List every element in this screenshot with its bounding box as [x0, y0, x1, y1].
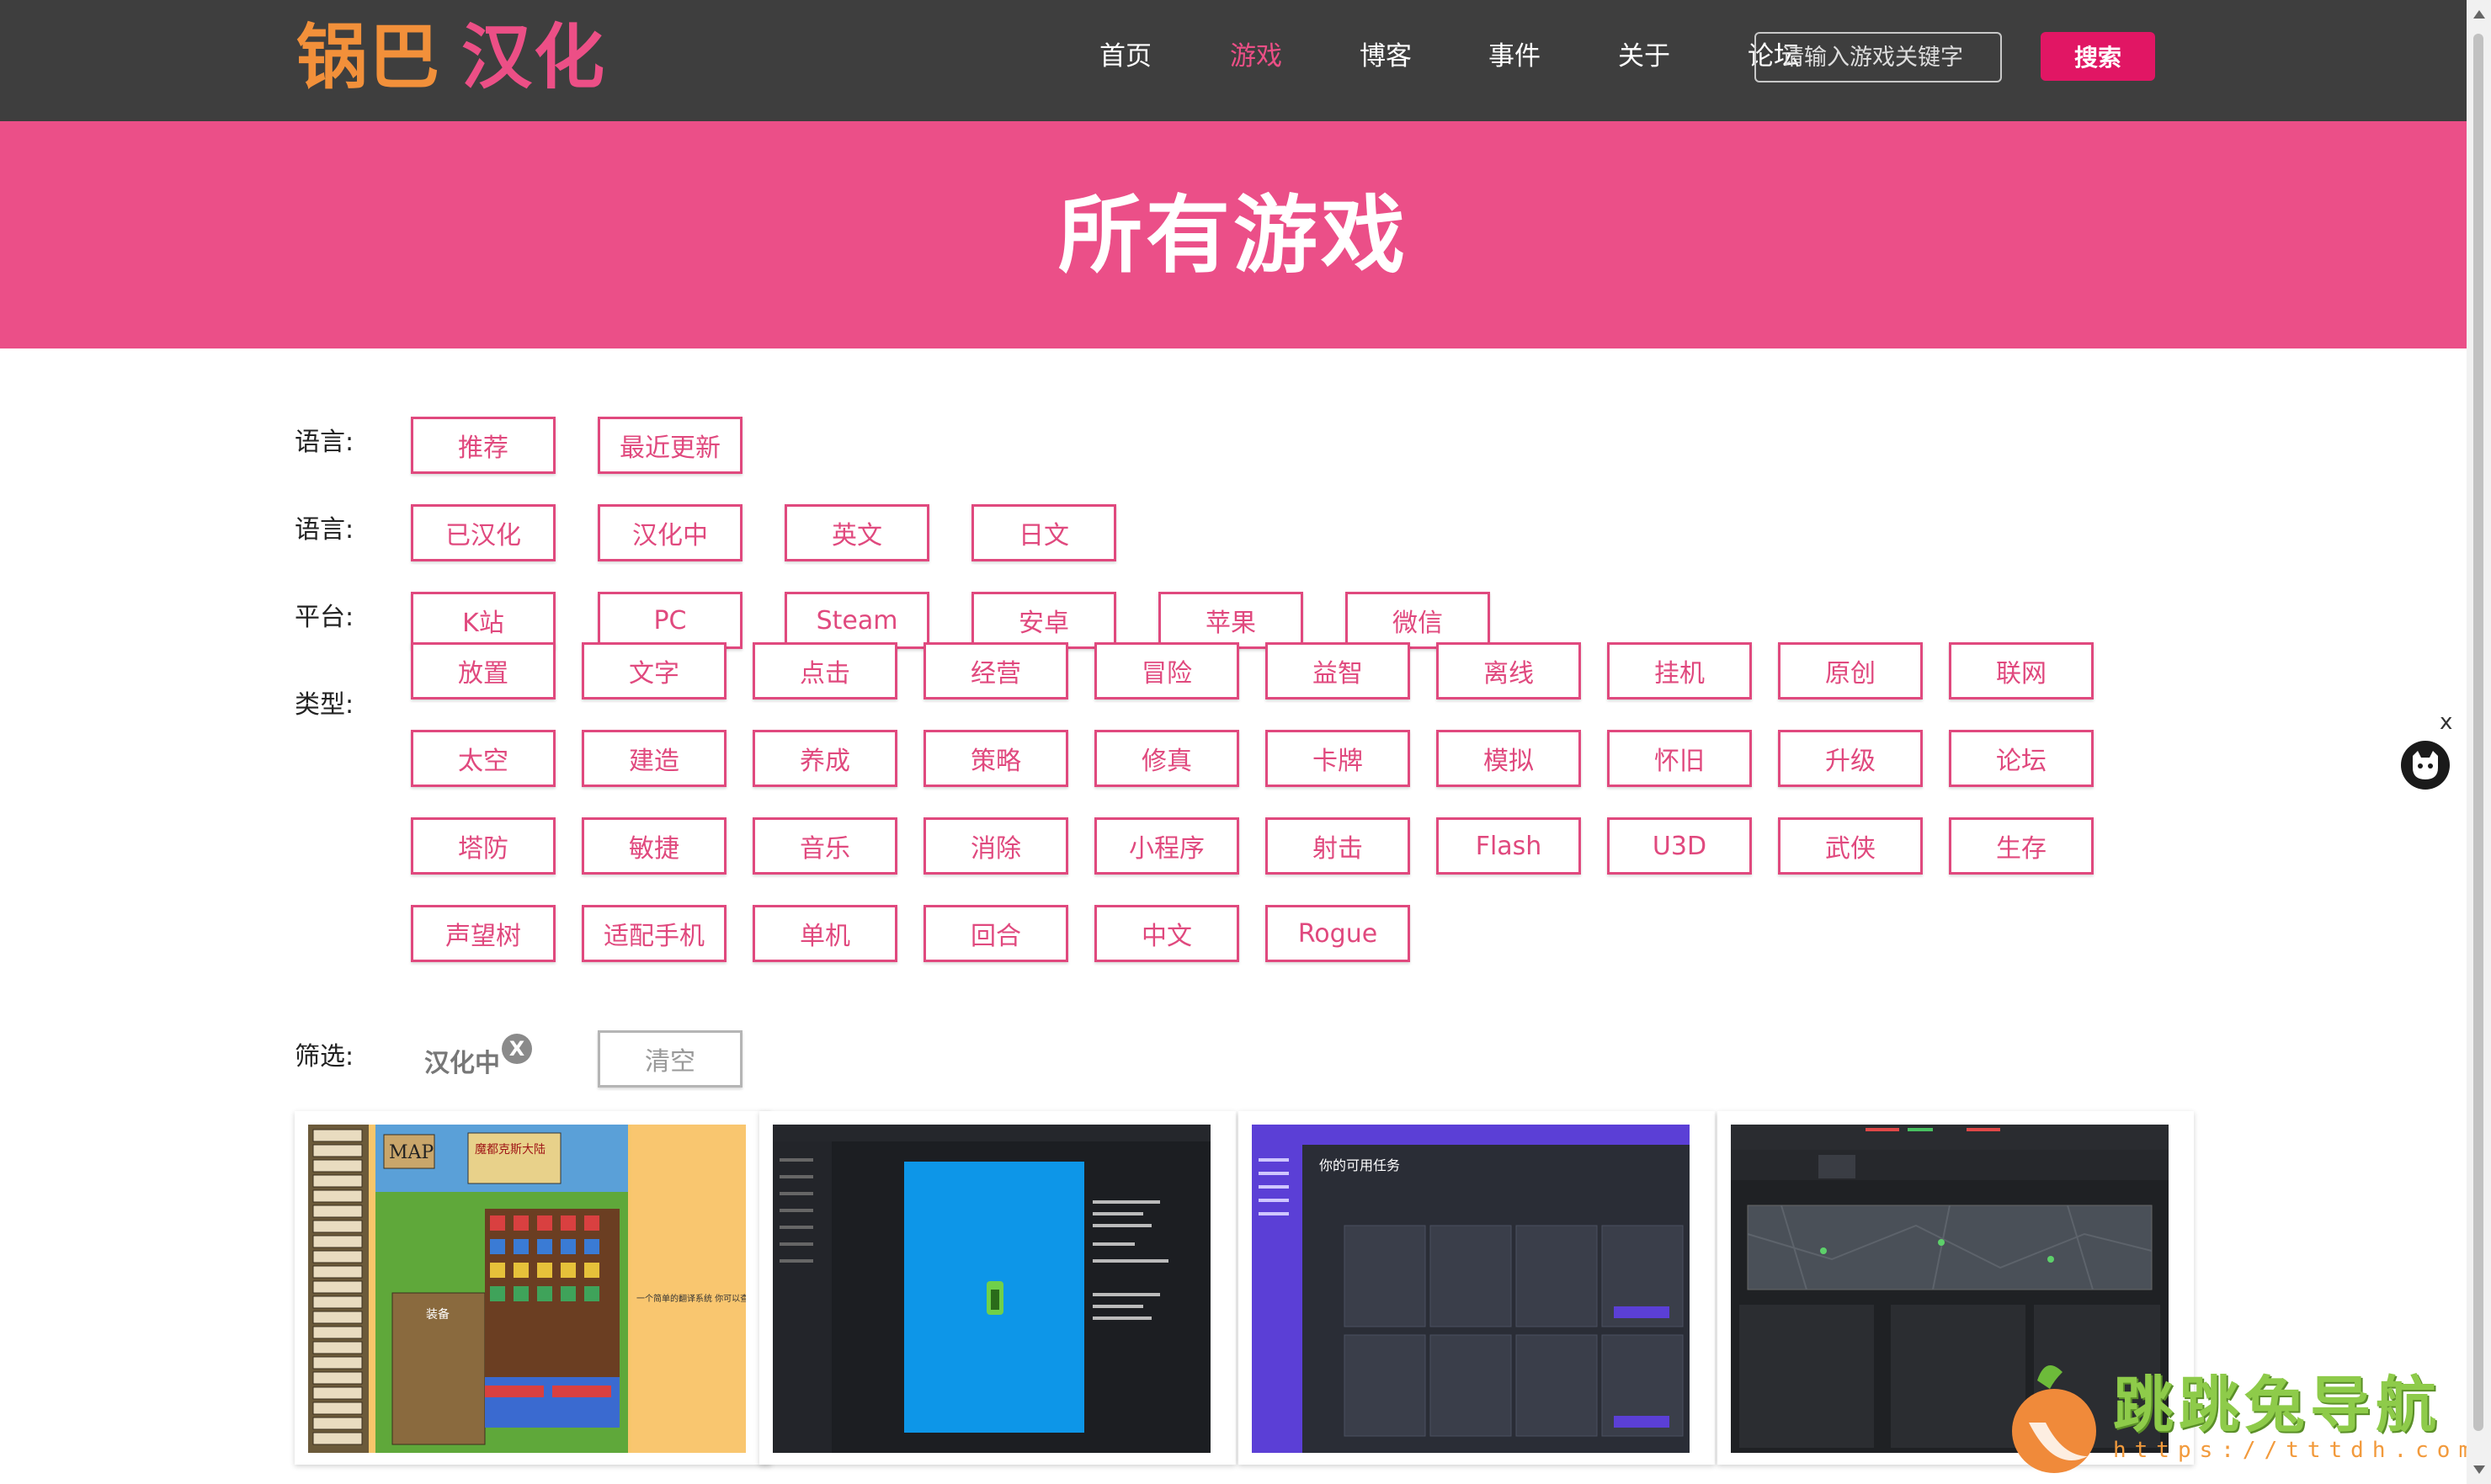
tag-type-33[interactable]: 回合: [923, 905, 1068, 962]
search-input[interactable]: [1754, 32, 2002, 82]
tag-type-10[interactable]: 太空: [411, 730, 556, 787]
tag-type-34[interactable]: 中文: [1094, 905, 1239, 962]
game-card-1[interactable]: MAP 魔都克斯大陆 装备 一个简单的翻译系统 你可以查看这里和英语提示 你们交…: [295, 1111, 771, 1465]
float-close-button[interactable]: x: [2440, 710, 2452, 735]
tag-type-4[interactable]: 冒险: [1094, 642, 1239, 699]
tag-type-21[interactable]: 敏捷: [582, 817, 727, 875]
watermark-text: 跳跳兔导航: [2113, 1370, 2442, 1440]
page-banner: 所有游戏: [0, 121, 2467, 348]
top-navbar: 锅巴汉化 首页 游戏 博客 事件 关于 论坛 搜索: [0, 0, 2467, 121]
tag-type-31[interactable]: 适配手机: [582, 905, 727, 962]
clear-filters-button[interactable]: 清空: [598, 1030, 743, 1088]
tag-lang-translated[interactable]: 已汉化: [411, 504, 556, 561]
tag-type-8[interactable]: 原创: [1778, 642, 1923, 699]
tag-type-16[interactable]: 模拟: [1436, 730, 1581, 787]
filter-label-recommend: 语言:: [295, 428, 354, 457]
filter-label-platform: 平台:: [295, 603, 354, 632]
search-button[interactable]: 搜索: [2041, 32, 2155, 81]
tag-type-25[interactable]: 射击: [1265, 817, 1410, 875]
tag-type-2[interactable]: 点击: [753, 642, 897, 699]
game-title-banner: 魔都克斯大陆: [475, 1143, 546, 1157]
tag-platform-steam[interactable]: Steam: [785, 592, 929, 649]
logo-part-2: 汉化: [461, 16, 607, 98]
tag-type-1[interactable]: 文字: [582, 642, 727, 699]
watermark: 跳跳兔导航 https://tttdh.com: [2004, 1355, 2475, 1481]
tag-type-29[interactable]: 生存: [1949, 817, 2094, 875]
logo-part-1: 锅巴: [296, 16, 442, 98]
github-cat-icon[interactable]: [2399, 739, 2451, 791]
vertical-scrollbar[interactable]: [2467, 0, 2491, 1484]
tag-type-32[interactable]: 单机: [753, 905, 897, 962]
nav-blog[interactable]: 博客: [1360, 37, 1412, 76]
tag-type-9[interactable]: 联网: [1949, 642, 2094, 699]
scroll-up-icon[interactable]: [2473, 10, 2485, 19]
game-thumbnail-2: [773, 1125, 1211, 1453]
tag-type-7[interactable]: 挂机: [1607, 642, 1752, 699]
tag-type-35[interactable]: Rogue: [1265, 905, 1410, 962]
tag-lang-translating[interactable]: 汉化中: [598, 504, 743, 561]
nav-games[interactable]: 游戏: [1230, 37, 1282, 76]
filter-label-selected: 筛选:: [295, 1042, 354, 1072]
tag-type-26[interactable]: Flash: [1436, 817, 1581, 875]
remove-filter-icon[interactable]: X: [502, 1034, 532, 1064]
tag-platform-wechat[interactable]: 微信: [1345, 592, 1490, 649]
tag-platform-pc[interactable]: PC: [598, 592, 743, 649]
tag-type-27[interactable]: U3D: [1607, 817, 1752, 875]
game-card-2[interactable]: [759, 1111, 1236, 1465]
tag-platform-kongregate[interactable]: K站: [411, 592, 556, 649]
game-card-3[interactable]: 你的可用任务: [1238, 1111, 1715, 1465]
selected-filter-chip: 汉化中: [424, 1049, 500, 1078]
tag-recent-update[interactable]: 最近更新: [598, 417, 743, 474]
site-logo[interactable]: 锅巴 汉化: [296, 15, 606, 99]
tag-type-18[interactable]: 升级: [1778, 730, 1923, 787]
tag-type-30[interactable]: 声望树: [411, 905, 556, 962]
tag-platform-android[interactable]: 安卓: [971, 592, 1116, 649]
game-thumbnail-3: 你的可用任务: [1252, 1125, 1690, 1453]
tag-type-20[interactable]: 塔防: [411, 817, 556, 875]
tag-type-23[interactable]: 消除: [923, 817, 1068, 875]
tag-type-11[interactable]: 建造: [582, 730, 727, 787]
tag-type-17[interactable]: 怀旧: [1607, 730, 1752, 787]
tag-type-12[interactable]: 养成: [753, 730, 897, 787]
tag-type-22[interactable]: 音乐: [753, 817, 897, 875]
rabbit-logo-icon: [2012, 1365, 2096, 1473]
tag-type-15[interactable]: 卡牌: [1265, 730, 1410, 787]
tag-recommend[interactable]: 推荐: [411, 417, 556, 474]
tag-type-5[interactable]: 益智: [1265, 642, 1410, 699]
tag-lang-english[interactable]: 英文: [785, 504, 929, 561]
nav-events[interactable]: 事件: [1488, 37, 1541, 76]
scrollbar-thumb[interactable]: [2473, 34, 2483, 1431]
tag-type-6[interactable]: 离线: [1436, 642, 1581, 699]
quest-heading: 你的可用任务: [1319, 1157, 1400, 1173]
tag-type-19[interactable]: 论坛: [1949, 730, 2094, 787]
game-thumbnail-1: MAP 魔都克斯大陆 装备 一个简单的翻译系统 你可以查看这里和英语提示 你们交…: [308, 1125, 746, 1453]
tag-type-28[interactable]: 武侠: [1778, 817, 1923, 875]
tag-type-24[interactable]: 小程序: [1094, 817, 1239, 875]
filter-label-language: 语言:: [295, 515, 354, 545]
page-title: 所有游戏: [1058, 186, 1408, 285]
map-label: MAP: [389, 1142, 434, 1163]
tag-type-0[interactable]: 放置: [411, 642, 556, 699]
tag-lang-japanese[interactable]: 日文: [971, 504, 1116, 561]
tag-type-3[interactable]: 经营: [923, 642, 1068, 699]
nav-home[interactable]: 首页: [1099, 37, 1152, 76]
scroll-down-icon[interactable]: [2473, 1465, 2485, 1474]
tag-type-13[interactable]: 策略: [923, 730, 1068, 787]
nav-about[interactable]: 关于: [1618, 37, 1670, 76]
tag-platform-apple[interactable]: 苹果: [1158, 592, 1303, 649]
translation-note: 一个简单的翻译系统 你可以查看这里和英语提示 你们交流: [636, 1293, 746, 1304]
equip-panel-title: 装备: [426, 1307, 450, 1322]
tag-type-14[interactable]: 修真: [1094, 730, 1239, 787]
filter-label-type: 类型:: [295, 690, 354, 720]
watermark-url: https://tttdh.com: [2113, 1438, 2481, 1463]
